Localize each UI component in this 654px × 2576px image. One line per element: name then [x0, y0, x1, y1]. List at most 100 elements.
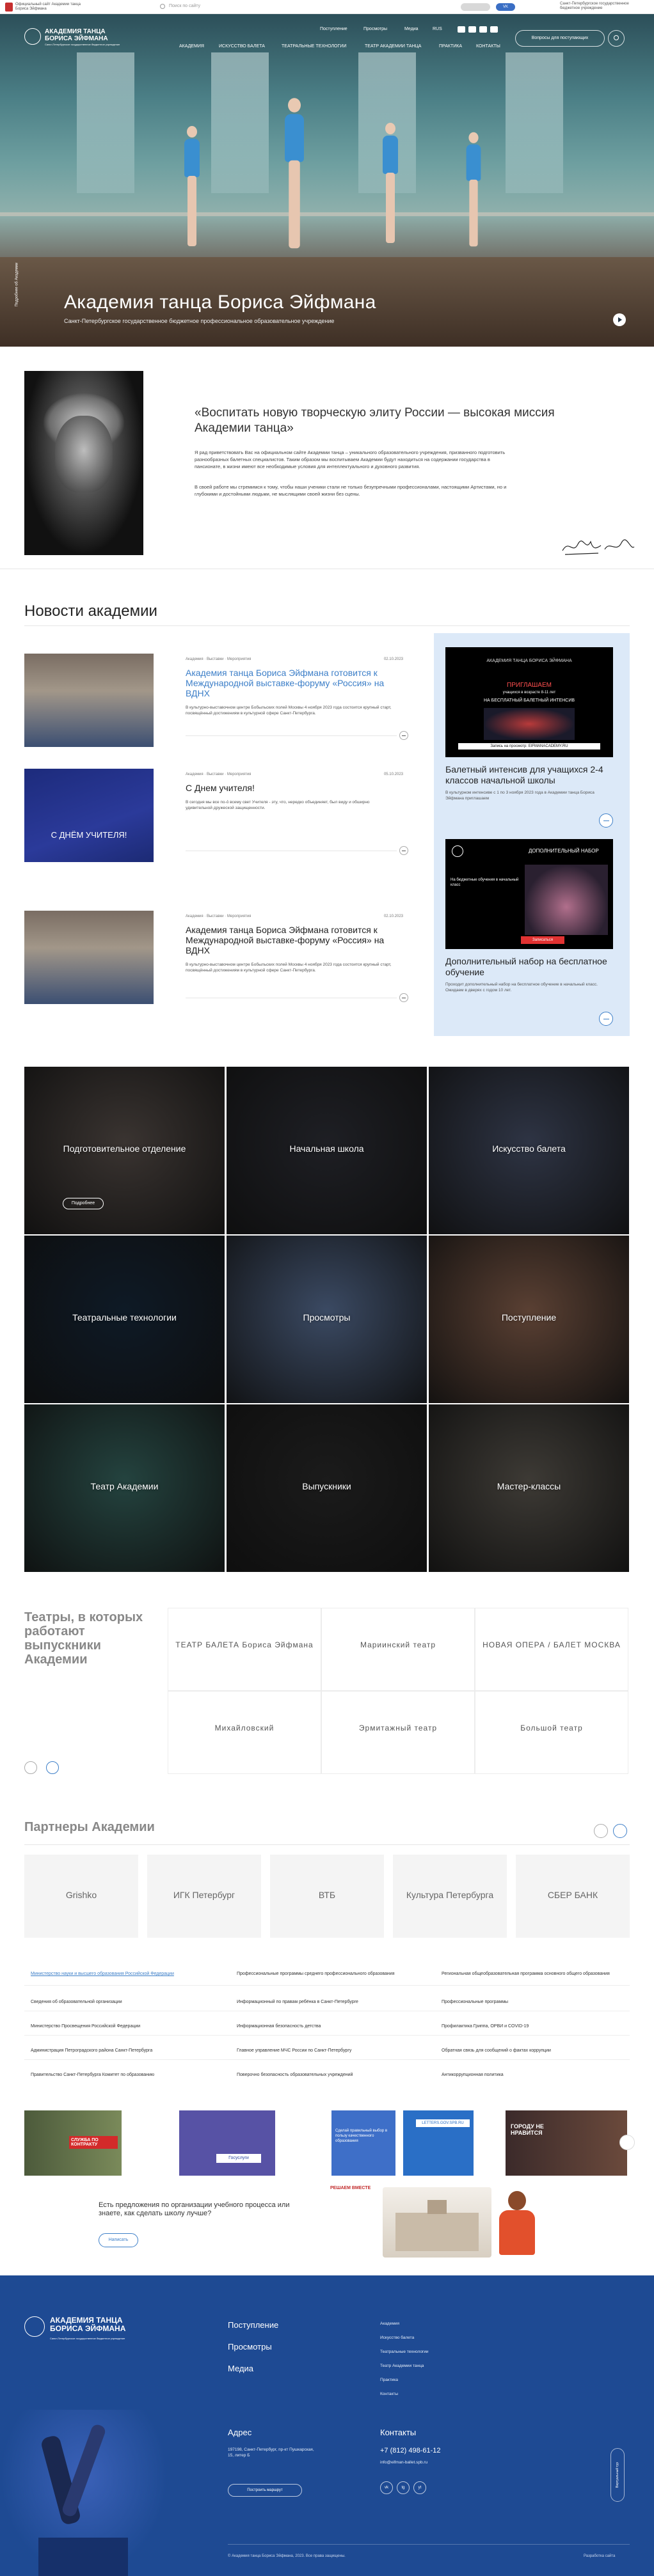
partner-logo[interactable]: СБЕР БАНК	[516, 1855, 630, 1938]
useful-link[interactable]: Антикоррупционная политика	[442, 2072, 634, 2078]
tile-ballet[interactable]: Искусство балета	[429, 1067, 629, 1234]
tile-theatre-tech[interactable]: Театральные технологии	[24, 1236, 225, 1403]
play-button[interactable]	[613, 313, 626, 326]
tile-theatre[interactable]: Театр Академии	[24, 1404, 225, 1572]
useful-link[interactable]: Профилактика Гриппа, ОРВИ и COVID-19	[442, 2023, 634, 2029]
useful-link[interactable]: Региональная общеобразовательная програм…	[442, 1971, 634, 1977]
topnav-admission[interactable]: Поступление	[320, 27, 347, 31]
topnav-viewings[interactable]: Просмотры	[363, 27, 387, 31]
mainnav-ballet[interactable]: ИСКУССТВО БАЛЕТА	[219, 44, 265, 49]
footer-nav-link[interactable]: Театральные технологии	[380, 2350, 429, 2354]
mainnav-theatre[interactable]: ТЕАТР АКАДЕМИИ ТАНЦА	[365, 44, 421, 49]
more-button[interactable]: Подробнее	[63, 1198, 104, 1209]
tile-primary[interactable]: Начальная школа	[227, 1067, 427, 1234]
search-button[interactable]	[608, 30, 625, 47]
theatre-logo[interactable]: Эрмитажный театр	[321, 1691, 475, 1774]
partner-logo[interactable]: Grishko	[24, 1855, 138, 1938]
news-image[interactable]: С ДНЁМ УЧИТЕЛЯ!	[24, 769, 154, 862]
banner-contract-service[interactable]: СЛУЖБА ПО КОНТРАКТУ	[24, 2110, 122, 2176]
news-item[interactable]: Академия · Выставки · Мероприятия 02.10.2…	[24, 633, 410, 747]
news-title-link[interactable]: Академия танца Бориса Эйфмана готовится …	[186, 668, 403, 698]
partner-logo[interactable]: Культура Петербурга	[393, 1855, 507, 1938]
sidebar-news-title[interactable]: Балетный интенсив для учащихся 2-4 класс…	[445, 764, 613, 786]
theatre-logo[interactable]: Мариинский театр	[321, 1608, 475, 1691]
tile-admission[interactable]: Поступление	[429, 1236, 629, 1403]
footer-nav-link[interactable]: Театр Академии танца	[380, 2364, 424, 2368]
mainnav-practice[interactable]: ПРАКТИКА	[439, 44, 462, 49]
banner-letters[interactable]: LETTERS.GOV.SPB.RU	[403, 2110, 474, 2176]
theatre-logo[interactable]: НОВАЯ ОПЕРА / БАЛЕТ МОСКВА	[475, 1608, 628, 1691]
partner-logo[interactable]: ВТБ	[270, 1855, 384, 1938]
useful-link[interactable]: Министерство Просвещения Российской Феде…	[31, 2023, 223, 2029]
useful-link[interactable]: Правительство Санкт-Петербурга Комитет п…	[31, 2072, 223, 2078]
vk-button[interactable]: VK	[496, 3, 515, 11]
news-title-link[interactable]: С Днем учителя!	[186, 783, 403, 793]
banner-gosuslugi[interactable]: Госуслуги	[179, 2110, 275, 2176]
tile-graduates[interactable]: Выпускники	[227, 1404, 427, 1572]
virtual-tour-button[interactable]: Виртуальный тур	[610, 2448, 625, 2502]
useful-link[interactable]: Профессиональные программы	[442, 1999, 634, 2005]
footer-logo[interactable]: АКАДЕМИЯ ТАНЦА БОРИСА ЭЙФМАНА Санкт-Пете…	[24, 2314, 127, 2346]
mainnav-academy[interactable]: АКАДЕМИЯ	[179, 44, 204, 49]
tile-preparatory[interactable]: Подготовительное отделение Подробнее	[24, 1067, 225, 1234]
arrow-right-icon[interactable]	[399, 993, 408, 1002]
arrow-right-icon[interactable]	[46, 1761, 59, 1774]
vk-icon[interactable]: vk	[380, 2481, 393, 2494]
news-item[interactable]: Академия · Выставки · Мероприятия 02.10.2…	[24, 890, 410, 1004]
footer-nav-link[interactable]: Контакты	[380, 2392, 398, 2396]
arrow-right-icon[interactable]	[399, 846, 408, 855]
theatre-logo[interactable]: Большой театр	[475, 1691, 628, 1774]
useful-link[interactable]: Министерство науки и высшего образования…	[31, 1971, 223, 1977]
youtube-icon[interactable]	[479, 26, 487, 33]
useful-link[interactable]: Информационная безопасность детства	[237, 2023, 429, 2029]
admission-poster[interactable]: ДОПОЛНИТЕЛЬНЫЙ НАБОР На бюджетные обучен…	[445, 839, 613, 949]
theatre-logo[interactable]: ТЕАТР БАЛЕТА Бориса Эйфмана	[168, 1608, 321, 1691]
site-search[interactable]: Поиск по сайту	[160, 3, 448, 11]
telegram-icon[interactable]: tg	[397, 2481, 410, 2494]
arrow-right-icon[interactable]	[613, 1824, 627, 1838]
mainnav-contacts[interactable]: КОНТАКТЫ	[476, 44, 500, 49]
mainnav-theatre-tech[interactable]: ТЕАТРАЛЬНЫЕ ТЕХНОЛОГИИ	[282, 44, 346, 49]
banner-education[interactable]: Сделай правильный выбор в пользу качеств…	[331, 2110, 395, 2176]
youtube-icon[interactable]: yt	[413, 2481, 426, 2494]
route-button[interactable]: Построить маршрут	[228, 2484, 302, 2497]
phone-link[interactable]: +7 (812) 498-61-12	[380, 2447, 440, 2454]
arrow-right-icon[interactable]	[399, 731, 408, 740]
news-title-link[interactable]: Академия танца Бориса Эйфмана готовится …	[186, 925, 403, 955]
email-link[interactable]: info@eifman-ballet.spb.ru	[380, 2460, 427, 2465]
useful-link[interactable]: Поверочно безопасность образовательных у…	[237, 2072, 429, 2078]
hero-vertical-link[interactable]: Подробнее об Академии	[15, 263, 19, 307]
tile-viewings[interactable]: Просмотры	[227, 1236, 427, 1403]
arrow-right-icon[interactable]	[619, 2135, 635, 2150]
sidebar-news-title[interactable]: Дополнительный набор на бесплатное обуче…	[445, 956, 613, 978]
intensive-poster[interactable]: АКАДЕМИЯ ТАНЦА БОРИСА ЭЙФМАНА ПРИГЛАШАЕМ…	[445, 647, 613, 757]
site-logo[interactable]: АКАДЕМИЯ ТАНЦА БОРИСА ЭЙФМАНА Санкт-Пете…	[24, 27, 120, 47]
arrow-right-icon[interactable]	[599, 1012, 613, 1026]
footer-nav-viewings[interactable]: Просмотры	[228, 2342, 272, 2352]
useful-link[interactable]: Профессиональные программы среднего проф…	[237, 1971, 429, 1977]
useful-link[interactable]: Администрация Петроградского района Санк…	[31, 2048, 223, 2054]
arrow-left-icon[interactable]	[594, 1824, 608, 1838]
footer-nav-link[interactable]: Искусство балета	[380, 2336, 414, 2340]
news-item[interactable]: С ДНЁМ УЧИТЕЛЯ! Академия · Выставки · Ме…	[24, 748, 410, 862]
news-image[interactable]	[24, 654, 154, 747]
tile-masterclasses[interactable]: Мастер-классы	[429, 1404, 629, 1572]
useful-link[interactable]: Сведения об образовательной организации	[31, 1999, 223, 2005]
footer-nav-link[interactable]: Практика	[380, 2378, 398, 2382]
partner-logo[interactable]: ИГК Петербург	[147, 1855, 261, 1938]
news-image[interactable]	[24, 911, 154, 1004]
useful-link[interactable]: Главное управление МЧС России по Санкт-П…	[237, 2048, 429, 2054]
useful-link[interactable]: Обратная связь для сообщений о фактах ко…	[442, 2048, 634, 2054]
banner-city[interactable]: ГОРОДУ НЕ НРАВИТСЯ	[506, 2110, 627, 2176]
accessibility-toggle[interactable]	[461, 3, 490, 11]
applicants-questions-button[interactable]: Вопросы для поступающих	[515, 30, 605, 47]
vk-icon[interactable]	[458, 26, 465, 33]
useful-link[interactable]: Информационный по правам ребёнка в Санкт…	[237, 1999, 429, 2005]
arrow-right-icon[interactable]	[599, 813, 613, 828]
footer-nav-media[interactable]: Медиа	[228, 2364, 253, 2373]
footer-nav-admission[interactable]: Поступление	[228, 2320, 278, 2330]
footer-nav-link[interactable]: Академия	[380, 2321, 399, 2326]
arrow-left-icon[interactable]	[24, 1761, 37, 1774]
developer-credit[interactable]: Разработка сайта	[584, 2554, 615, 2558]
topnav-media[interactable]: Медиа	[404, 27, 419, 31]
